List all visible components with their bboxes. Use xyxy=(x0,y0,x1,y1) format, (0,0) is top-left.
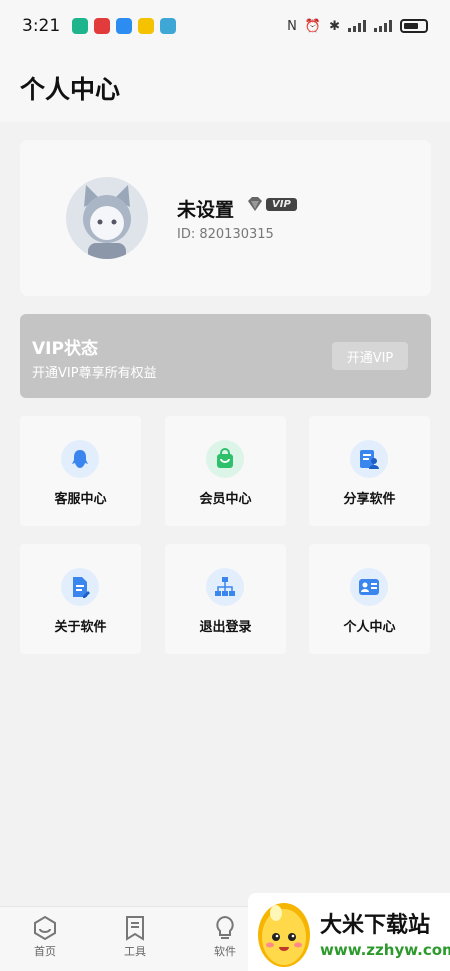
notification-app-icon xyxy=(94,18,111,34)
notification-app-icon xyxy=(160,18,177,34)
vip-status-subtitle: 开通VIP尊享所有权益 xyxy=(32,366,157,381)
bulb-icon xyxy=(216,915,234,939)
tile-member-center[interactable]: 会员中心 xyxy=(165,416,286,526)
home-icon xyxy=(34,915,56,941)
watermark-url: www.zzhyw.com xyxy=(320,941,450,959)
tile-label: 客服中心 xyxy=(54,492,107,507)
header: 个人中心 xyxy=(0,52,450,122)
vip-badge: VIP xyxy=(246,197,297,211)
watermark-title: 大米下载站 xyxy=(320,913,431,938)
share-icon xyxy=(350,440,388,478)
vip-status-title: VIP状态 xyxy=(32,339,98,359)
nav-item-software[interactable]: 软件 xyxy=(200,915,250,959)
system-icons: N ⏰ ✱ xyxy=(287,19,428,34)
nfc-icon: N xyxy=(287,18,297,34)
clock: 3:21 xyxy=(22,16,61,36)
vip-status-card: VIP状态 开通VIP尊享所有权益 开通VIP xyxy=(20,314,431,398)
profile-card[interactable]: 未设置 VIP ID: 820130315 xyxy=(20,140,431,296)
diamond-icon xyxy=(248,197,262,211)
shopping-bag-icon xyxy=(206,440,244,478)
nav-label: 工具 xyxy=(124,945,146,958)
watermark: 大米下载站 www.zzhyw.com xyxy=(248,893,450,971)
notification-icons xyxy=(72,18,177,34)
notification-app-icon xyxy=(72,18,89,34)
alarm-icon: ⏰ xyxy=(304,18,322,34)
tile-label: 退出登录 xyxy=(199,620,252,635)
signal-icon xyxy=(374,20,392,32)
id-card-icon xyxy=(350,568,388,606)
mascot-logo-icon xyxy=(258,903,310,967)
tile-about-software[interactable]: 关于软件 xyxy=(20,544,141,654)
document-icon xyxy=(61,568,99,606)
user-id: ID: 820130315 xyxy=(177,227,274,242)
page-title: 个人中心 xyxy=(20,75,121,104)
notification-app-icon xyxy=(116,18,133,34)
notification-app-icon xyxy=(138,18,155,34)
tile-label: 个人中心 xyxy=(343,620,396,635)
tile-label: 会员中心 xyxy=(199,492,252,507)
signal-icon xyxy=(348,20,366,32)
avatar-cat-icon xyxy=(83,185,131,259)
username: 未设置 xyxy=(177,199,235,221)
nav-label: 首页 xyxy=(34,945,56,958)
avatar[interactable] xyxy=(66,177,148,259)
nav-item-home[interactable]: 首页 xyxy=(20,915,70,959)
vip-label: VIP xyxy=(266,197,297,211)
open-vip-button[interactable]: 开通VIP xyxy=(332,342,408,370)
tile-logout[interactable]: 退出登录 xyxy=(165,544,286,654)
bluetooth-icon: ✱ xyxy=(329,18,340,34)
tile-label: 分享软件 xyxy=(343,492,396,507)
bookmark-icon xyxy=(126,916,144,941)
battery-icon xyxy=(400,19,428,33)
status-bar: 3:21 N ⏰ ✱ xyxy=(0,0,450,52)
nav-label: 软件 xyxy=(214,945,236,958)
nav-item-tools[interactable]: 工具 xyxy=(110,915,160,959)
tile-label: 关于软件 xyxy=(54,620,107,635)
sitemap-icon xyxy=(206,568,244,606)
customer-service-icon xyxy=(61,440,99,478)
tile-share-software[interactable]: 分享软件 xyxy=(309,416,430,526)
tile-personal-center[interactable]: 个人中心 xyxy=(309,544,430,654)
tile-customer-service[interactable]: 客服中心 xyxy=(20,416,141,526)
